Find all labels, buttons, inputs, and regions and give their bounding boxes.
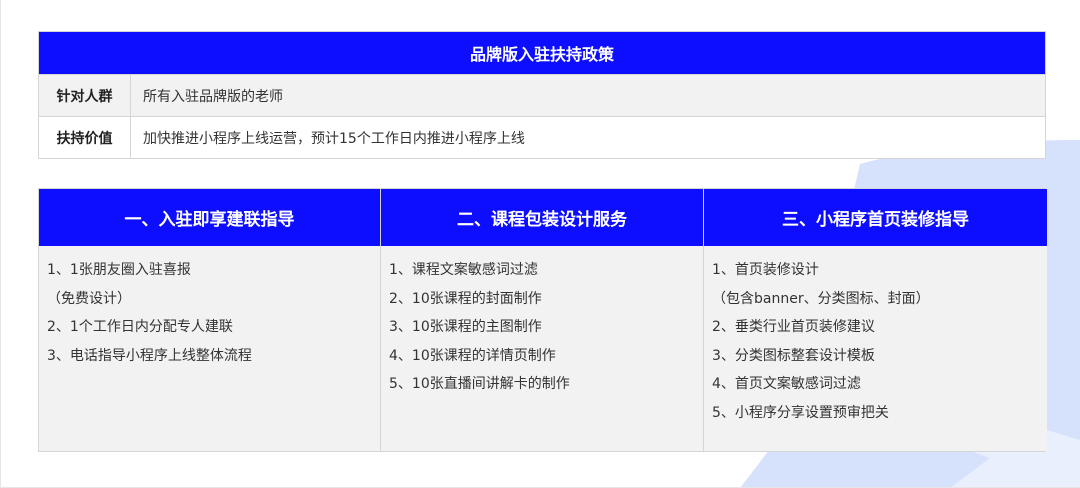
service-column-homepage-decoration: 三、小程序首页装修指导 1、首页装修设计 （包含banner、分类图标、封面） … [704,189,1047,451]
policy-row-target: 针对人群 所有入驻品牌版的老师 [39,74,1045,116]
service-column-body: 1、首页装修设计 （包含banner、分类图标、封面） 2、垂类行业首页装修建议… [704,246,1047,451]
service-column-onboarding: 一、入驻即享建联指导 1、1张朋友圈入驻喜报 （免费设计） 2、1个工作日内分配… [39,189,381,451]
service-column-course-design: 二、课程包装设计服务 1、课程文案敏感词过滤 2、10张课程的封面制作 3、10… [381,189,704,451]
policy-row-value: 所有入驻品牌版的老师 [143,88,283,105]
service-column-body: 1、课程文案敏感词过滤 2、10张课程的封面制作 3、10张课程的主图制作 4、… [381,246,703,451]
service-item: 4、10张课程的详情页制作 [389,347,556,364]
service-column-body: 1、1张朋友圈入驻喜报 （免费设计） 2、1个工作日内分配专人建联 3、电话指导… [39,246,380,451]
service-item: 2、垂类行业首页装修建议 [712,319,875,335]
policy-row-key: 扶持价值 [39,117,131,158]
policy-row-key: 针对人群 [39,75,131,116]
service-item: 2、10张课程的封面制作 [389,290,542,307]
service-column-header: 一、入驻即享建联指导 [39,189,380,246]
policy-table: 品牌版入驻扶持政策 针对人群 所有入驻品牌版的老师 扶持价值 加快推进小程序上线… [38,31,1046,159]
service-item: 2、1个工作日内分配专人建联 [47,319,233,335]
service-item: 1、首页装修设计 [712,262,819,278]
service-item: 5、10张直播间讲解卡的制作 [389,376,570,392]
policy-title: 品牌版入驻扶持政策 [39,32,1045,74]
service-item: 1、课程文案敏感词过滤 [389,262,538,278]
service-column-header: 三、小程序首页装修指导 [704,189,1047,246]
service-item: （包含banner、分类图标、封面） [712,290,930,307]
service-item: 1、1张朋友圈入驻喜报 [47,262,191,278]
service-item: 3、10张课程的主图制作 [389,319,542,335]
services-table: 一、入驻即享建联指导 1、1张朋友圈入驻喜报 （免费设计） 2、1个工作日内分配… [38,188,1047,452]
service-item: 5、小程序分享设置预审把关 [712,404,889,421]
service-item: 3、电话指导小程序上线整体流程 [47,347,252,364]
policy-row-value: 加快推进小程序上线运营，预计15个工作日内推进小程序上线 [143,130,525,147]
service-item: 4、首页文案敏感词过滤 [712,376,861,392]
policy-row-value-support: 扶持价值 加快推进小程序上线运营，预计15个工作日内推进小程序上线 [39,116,1045,158]
service-column-header: 二、课程包装设计服务 [381,189,703,246]
service-item: （免费设计） [47,290,131,307]
service-item: 3、分类图标整套设计模板 [712,347,875,364]
